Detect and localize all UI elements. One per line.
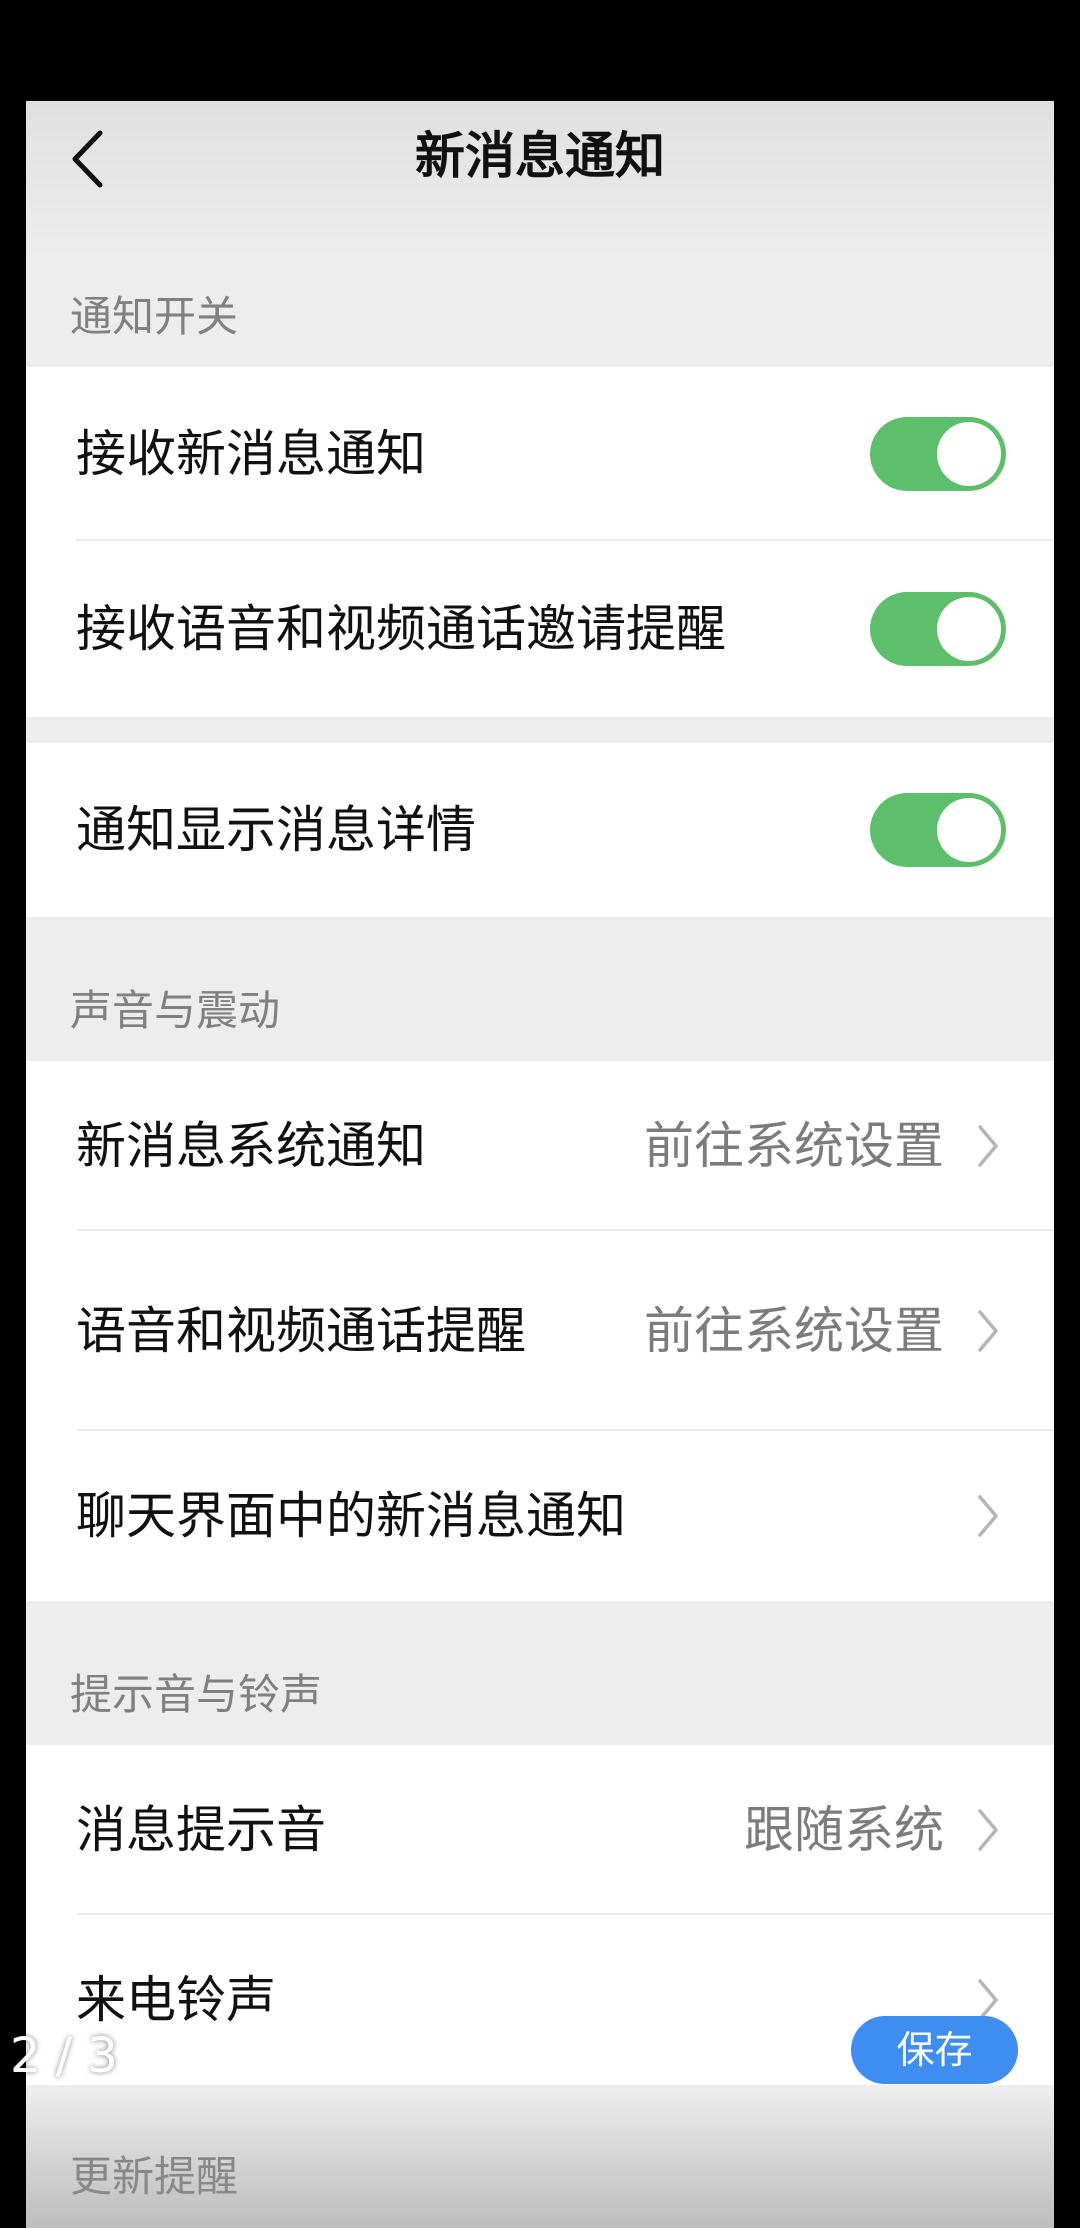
toggle-knob — [937, 597, 1001, 661]
row-label: 来电铃声 — [76, 1971, 276, 2029]
chevron-right-icon — [978, 1125, 998, 1167]
page-counter: 2 / 3 — [10, 2028, 118, 2084]
row-value: 前往系统设置 — [644, 1117, 944, 1175]
row-label: 聊天界面中的新消息通知 — [76, 1487, 626, 1545]
chevron-right-icon — [978, 1809, 998, 1851]
row-label: 接收语音和视频通话邀请提醒 — [76, 600, 726, 658]
toggle-show-message-detail[interactable] — [870, 793, 1006, 867]
row-call-reminder[interactable]: 语音和视频通话提醒 前往系统设置 — [26, 1231, 1054, 1431]
row-receive-new-message[interactable]: 接收新消息通知 — [26, 367, 1054, 541]
section-header-sound-vibration: 声音与震动 — [70, 986, 281, 1035]
row-label: 新消息系统通知 — [76, 1117, 426, 1175]
row-message-tone[interactable]: 消息提示音 跟随系统 — [26, 1745, 1054, 1915]
row-label: 通知显示消息详情 — [76, 801, 476, 859]
row-value: 跟随系统 — [744, 1801, 944, 1859]
toggle-knob — [937, 798, 1001, 862]
nav-bar: 新消息通知 — [26, 101, 1054, 256]
row-value: 前往系统设置 — [644, 1302, 944, 1360]
section-header-tone-ringtone: 提示音与铃声 — [70, 1670, 323, 1719]
toggle-receive-new-message[interactable] — [870, 417, 1006, 491]
toggle-knob — [937, 422, 1001, 486]
section-header-update-reminder: 更新提醒 — [70, 2152, 239, 2201]
row-receive-call-invite[interactable]: 接收语音和视频通话邀请提醒 — [26, 541, 1054, 717]
row-label: 消息提示音 — [76, 1801, 326, 1859]
chevron-right-icon — [978, 1495, 998, 1537]
save-button[interactable]: 保存 — [851, 2016, 1018, 2084]
section-header-notification-switch: 通知开关 — [70, 292, 239, 341]
row-chat-new-message-notification[interactable]: 聊天界面中的新消息通知 — [26, 1431, 1054, 1601]
settings-screen: 新消息通知 通知开关 接收新消息通知 接收语音和视频通话邀请提醒 通知显示消息详… — [26, 101, 1054, 2228]
row-label: 语音和视频通话提醒 — [76, 1302, 526, 1360]
chevron-right-icon — [978, 1310, 998, 1352]
row-show-message-detail[interactable]: 通知显示消息详情 — [26, 743, 1054, 917]
group-notification-switch: 接收新消息通知 接收语音和视频通话邀请提醒 — [26, 367, 1054, 717]
group-message-detail: 通知显示消息详情 — [26, 743, 1054, 917]
row-label: 接收新消息通知 — [76, 425, 426, 483]
page-title: 新消息通知 — [415, 127, 665, 185]
group-sound-vibration: 新消息系统通知 前往系统设置 语音和视频通话提醒 前往系统设置 聊天界面中的新消… — [26, 1061, 1054, 1601]
row-new-message-system-notification[interactable]: 新消息系统通知 前往系统设置 — [26, 1061, 1054, 1231]
toggle-receive-call-invite[interactable] — [870, 592, 1006, 666]
